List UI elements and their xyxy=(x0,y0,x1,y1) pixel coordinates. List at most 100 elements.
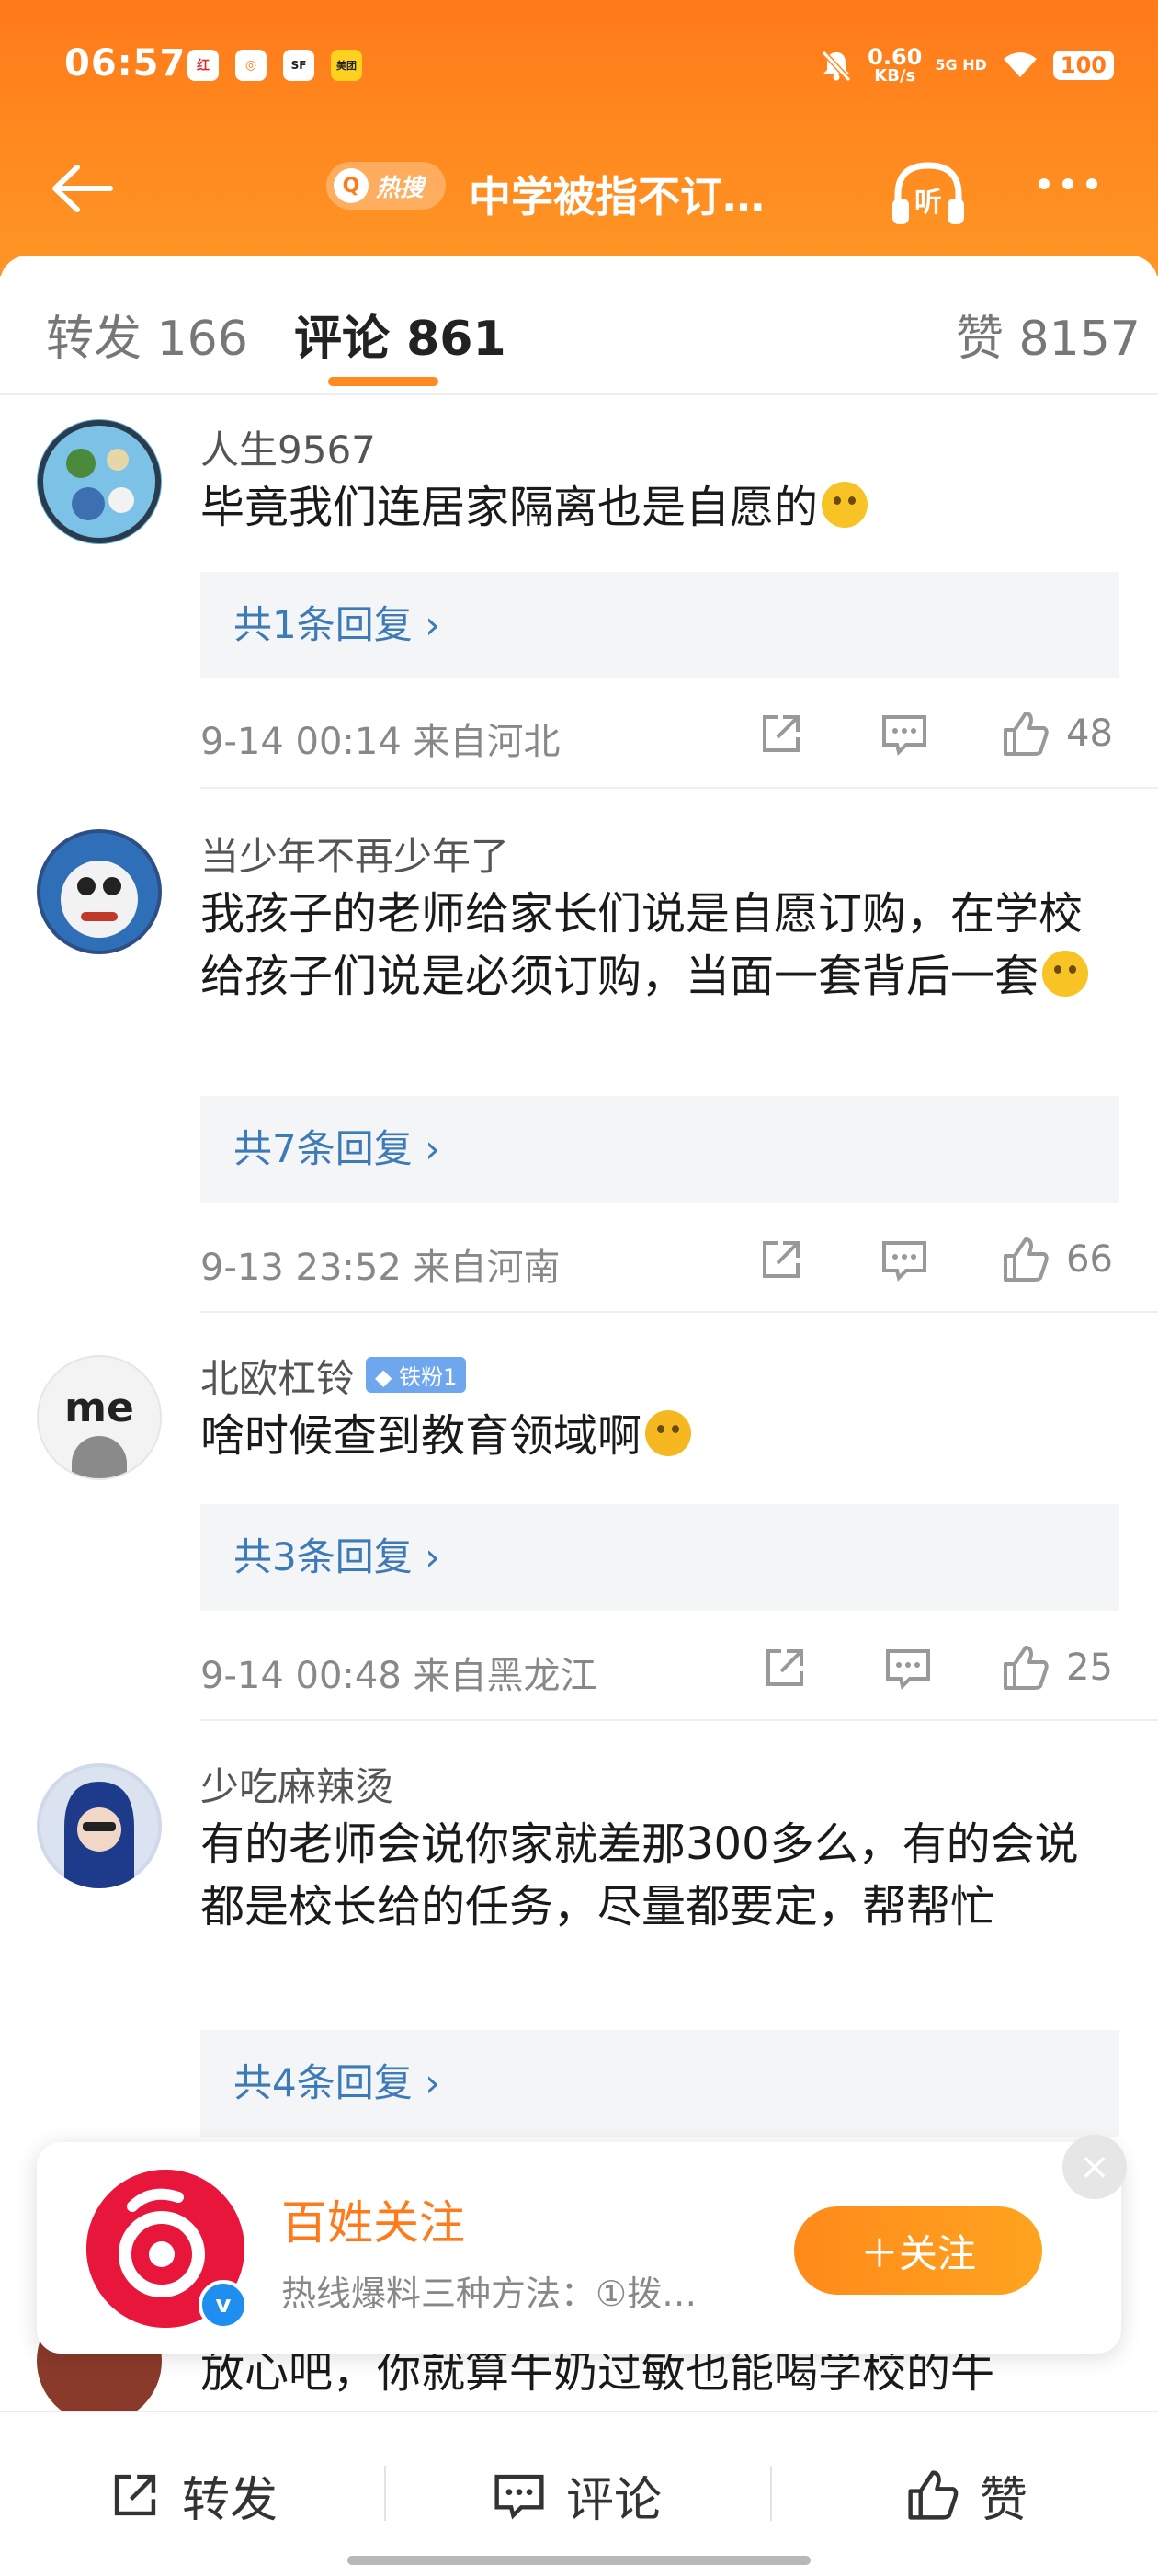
reply-count-label: 共4条回复 xyxy=(233,2060,413,2105)
separator xyxy=(384,2466,386,2521)
avatar-figure xyxy=(72,1436,127,1478)
tab-comments-count: 861 xyxy=(406,312,506,367)
tab-repost[interactable]: 转发 166 xyxy=(46,300,248,369)
svg-text:听: 听 xyxy=(914,187,942,219)
like-button[interactable]: 赞 xyxy=(904,2458,1027,2532)
tab-repost-label: 转发 xyxy=(46,312,142,367)
thumbs-up-icon xyxy=(1004,712,1049,756)
back-arrow-icon[interactable] xyxy=(46,156,119,221)
comment-author[interactable]: 当少年不再少年了 xyxy=(200,826,509,882)
comment-meta: 9-14 00:48 来自黑龙江 25 xyxy=(200,1640,1121,1697)
account-description: 热线爆料三种方法：①拨… xyxy=(281,2274,698,2314)
like-button[interactable]: 48 xyxy=(1000,706,1113,761)
comment-text: 啥时候查到教育领域啊 xyxy=(200,1405,1119,1467)
comment-button[interactable]: 评论 xyxy=(491,2458,662,2532)
more-dot xyxy=(1062,178,1073,189)
signal-label: 5G HD xyxy=(935,56,987,74)
hot-search-label: 热搜 xyxy=(376,174,425,202)
smile-emoji-icon xyxy=(1042,951,1089,997)
repost-label: 转发 xyxy=(182,2472,278,2528)
like-count: 48 xyxy=(1066,712,1113,755)
share-icon[interactable] xyxy=(759,1640,811,1695)
comment-text: 毕竟我们连居家隔离也是自愿的 xyxy=(200,476,1119,539)
like-label: 赞 xyxy=(980,2472,1028,2528)
tab-comments[interactable]: 评论 861 xyxy=(294,300,506,369)
comment-author[interactable]: 人生9567 xyxy=(200,419,376,475)
separator xyxy=(770,2466,772,2521)
repost-button[interactable]: 转发 xyxy=(107,2458,278,2532)
close-icon[interactable]: × xyxy=(1062,2135,1127,2199)
comment-date-location: 9-13 23:52 来自河南 xyxy=(200,1237,561,1291)
home-indicator[interactable] xyxy=(347,2556,811,2565)
tab-bar: 转发 166 评论 861 赞 8157 xyxy=(0,256,1158,395)
like-button[interactable]: 66 xyxy=(1000,1232,1113,1287)
verified-icon: v xyxy=(199,2280,248,2330)
follow-button[interactable]: ＋关注 xyxy=(794,2206,1042,2295)
wifi-icon xyxy=(1003,52,1037,77)
mute-bell-icon xyxy=(821,50,852,83)
avatar-image xyxy=(40,833,158,951)
app-notification-icon: 红 xyxy=(187,50,219,81)
comment-location: 来自河南 xyxy=(413,1247,561,1289)
avatar[interactable] xyxy=(37,1763,162,1888)
avatar[interactable]: me xyxy=(37,1355,162,1480)
more-options-icon[interactable] xyxy=(1039,178,1097,189)
avatar-image xyxy=(40,1767,158,1888)
headphones-icon[interactable]: 听 xyxy=(887,156,970,230)
comment-author-name: 北欧杠铃 xyxy=(200,1356,356,1401)
comment-text: 我孩子的老师给家长们说是自愿订购，在学校给孩子们说是必须订购，当面一套背后一套 xyxy=(200,883,1119,1008)
chevron-right-icon: › xyxy=(425,1126,440,1171)
tab-repost-count: 166 xyxy=(156,312,248,367)
reply-count-link[interactable]: 共4条回复 › xyxy=(200,2030,1119,2137)
reply-count-label: 共7条回复 xyxy=(233,1126,413,1171)
avatar[interactable] xyxy=(37,829,162,954)
avatar[interactable] xyxy=(37,419,162,544)
status-time: 06:57 xyxy=(64,42,187,85)
comment-meta: 9-14 00:14 来自河北 48 xyxy=(200,706,1121,763)
tab-comments-label: 评论 xyxy=(294,312,391,367)
tab-likes[interactable]: 赞 8157 xyxy=(956,300,1141,369)
comment-author[interactable]: 北欧杠铃 ◆ 铁粉1 xyxy=(200,1348,467,1404)
network-speed-unit: KB/s xyxy=(874,66,916,85)
nav-bar: Q 热搜 中学被指不订… 听 xyxy=(0,138,1158,239)
comment-date: 9-14 00:48 xyxy=(200,1655,402,1697)
share-icon[interactable] xyxy=(755,706,807,761)
reply-count-link[interactable]: 共3条回复 › xyxy=(200,1504,1119,1611)
reply-count-link[interactable]: 共7条回复 › xyxy=(200,1096,1119,1203)
comment-date: 9-14 00:14 xyxy=(200,721,402,763)
comment-date-location: 9-14 00:14 来自河北 xyxy=(200,712,561,765)
comment-label: 评论 xyxy=(566,2472,663,2528)
page-title: 中学被指不订… xyxy=(469,172,765,222)
comment-body: 啥时候查到教育领域啊 xyxy=(200,1410,642,1462)
account-name[interactable]: 百姓关注 xyxy=(281,2186,465,2252)
reply-count-link[interactable]: 共1条回复 › xyxy=(200,572,1119,678)
more-dot xyxy=(1086,178,1097,189)
battery-indicator: 100 xyxy=(1052,51,1114,80)
thumbs-up-icon xyxy=(1004,1237,1049,1282)
avatar-text: me xyxy=(64,1385,134,1431)
avatar-image xyxy=(38,420,161,543)
share-icon[interactable] xyxy=(755,1232,807,1287)
thumbs-up-icon xyxy=(908,2470,959,2520)
comment-body: 毕竟我们连居家隔离也是自愿的 xyxy=(200,482,819,533)
thumbs-up-icon xyxy=(1004,1646,1049,1690)
comment-icon[interactable] xyxy=(879,1232,930,1287)
fan-badge-label: 铁粉1 xyxy=(399,1364,458,1390)
divider xyxy=(200,1719,1158,1721)
like-button[interactable]: 25 xyxy=(1000,1640,1113,1695)
comment-author[interactable]: 少吃麻辣烫 xyxy=(200,1756,393,1812)
chevron-right-icon: › xyxy=(425,1534,440,1579)
comment-body: 我孩子的老师给家长们说是自愿订购，在学校给孩子们说是必须订购，当面一套背后一套 xyxy=(200,888,1084,1002)
chevron-right-icon: › xyxy=(425,2060,440,2105)
comment-icon[interactable] xyxy=(882,1640,934,1695)
comment-icon xyxy=(494,2474,544,2520)
status-right: 0.60 KB/s 5G HD 100 xyxy=(818,46,1114,85)
bottom-action-bar: 转发 评论 赞 xyxy=(0,2411,1158,2576)
app-notification-icon: ◎ xyxy=(235,50,267,81)
share-icon xyxy=(114,2474,156,2516)
doge-emoji-icon xyxy=(822,482,868,528)
comment-location: 来自河北 xyxy=(413,721,561,763)
tab-likes-label: 赞 xyxy=(956,312,1005,367)
hot-search-pill[interactable]: Q 热搜 xyxy=(326,162,446,210)
comment-icon[interactable] xyxy=(879,706,930,761)
